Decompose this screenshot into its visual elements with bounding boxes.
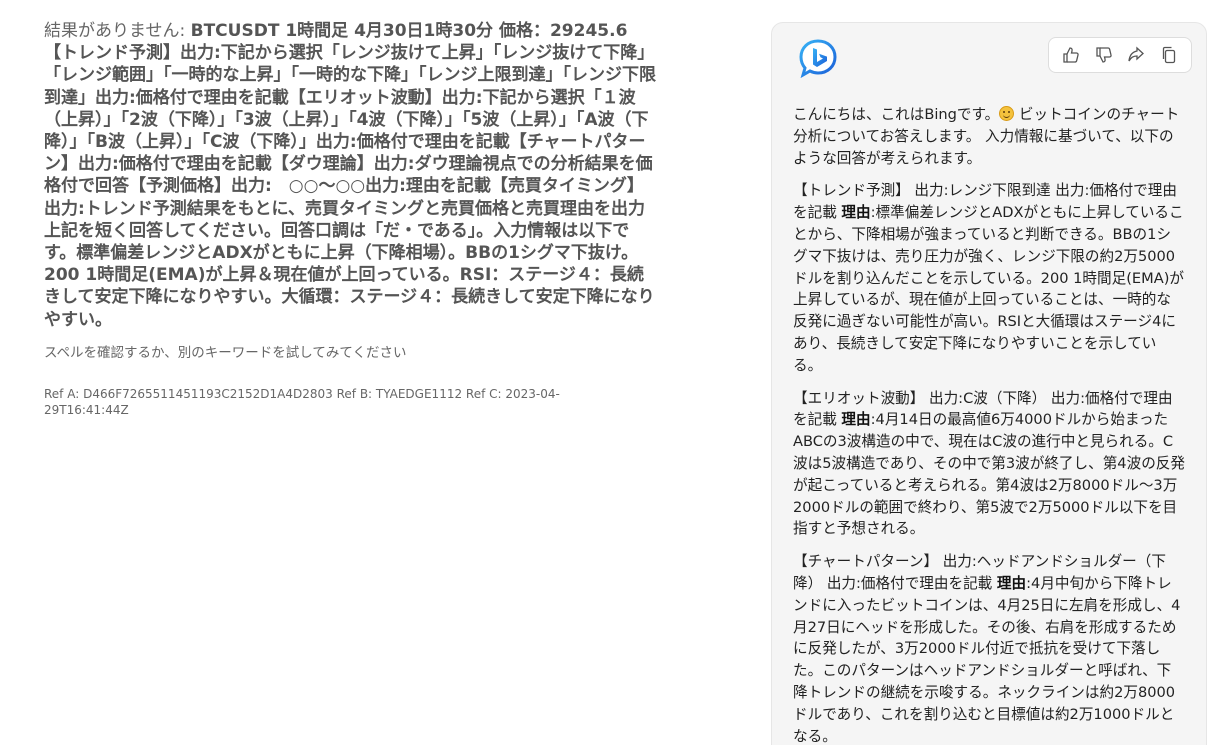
answer-section-elliott: 【エリオット波動】 出力:C波（下降） 出力:価格付で理由を記載 理由:4月14…	[793, 388, 1185, 541]
thumbs-up-icon[interactable]	[1059, 43, 1083, 67]
search-results: 結果がありません: BTCUSDT 1時間足 4月30日1時30分 価格：292…	[44, 20, 656, 418]
section-body: :4月14日の最高値6万4000ドルから始まったABCの3波構造の中で、現在はC…	[793, 411, 1185, 538]
copy-icon[interactable]	[1157, 43, 1181, 67]
section-body: :4月中旬から下降トレンドに入ったビットコインは、4月25日に左肩を形成し、4月…	[793, 574, 1181, 745]
section-body: :標準偏差レンジとADXがともに上昇していることから、下降相場が強まっていると判…	[793, 204, 1184, 374]
reason-label: 理由	[841, 204, 871, 222]
search-query: BTCUSDT 1時間足 4月30日1時30分 価格：29245.6【トレンド予…	[44, 21, 656, 330]
share-icon[interactable]	[1124, 43, 1148, 67]
chat-panel: こんにちは、これはBingです。 ビットコインのチャート分析についてお答えします…	[771, 22, 1207, 745]
spelling-hint: スペルを確認するか、別のキーワードを試してみてください	[44, 344, 407, 361]
bing-logo-icon	[798, 38, 838, 79]
reason-label: 理由	[841, 411, 871, 429]
answer-intro: こんにちは、これはBingです。 ビットコインのチャート分析についてお答えします…	[793, 104, 1185, 169]
thumbs-down-icon[interactable]	[1092, 43, 1116, 67]
answer-section-trend: 【トレンド予測】 出力:レンジ下限到達 出力:価格付で理由を記載 理由:標準偏差…	[793, 180, 1185, 376]
smiling-face-icon	[999, 106, 1015, 121]
no-results-prefix: 結果がありません:	[44, 21, 191, 41]
reference-ids: Ref A: D466F7265511451193C2152D1A4D2803 …	[44, 386, 560, 417]
no-results-message: 結果がありません: BTCUSDT 1時間足 4月30日1時30分 価格：292…	[44, 20, 656, 331]
chat-answer: こんにちは、これはBingです。 ビットコインのチャート分析についてお答えします…	[793, 104, 1185, 745]
page: 結果がありません: BTCUSDT 1時間足 4月30日1時30分 価格：292…	[0, 0, 1232, 745]
answer-section-chart-pattern: 【チャートパターン】 出力:ヘッドアンドショルダー（下降） 出力:価格付で理由を…	[793, 551, 1185, 745]
message-actions	[1048, 37, 1192, 73]
reason-label: 理由	[996, 574, 1027, 592]
intro-text: こんにちは、これはBingです。	[793, 106, 1000, 123]
